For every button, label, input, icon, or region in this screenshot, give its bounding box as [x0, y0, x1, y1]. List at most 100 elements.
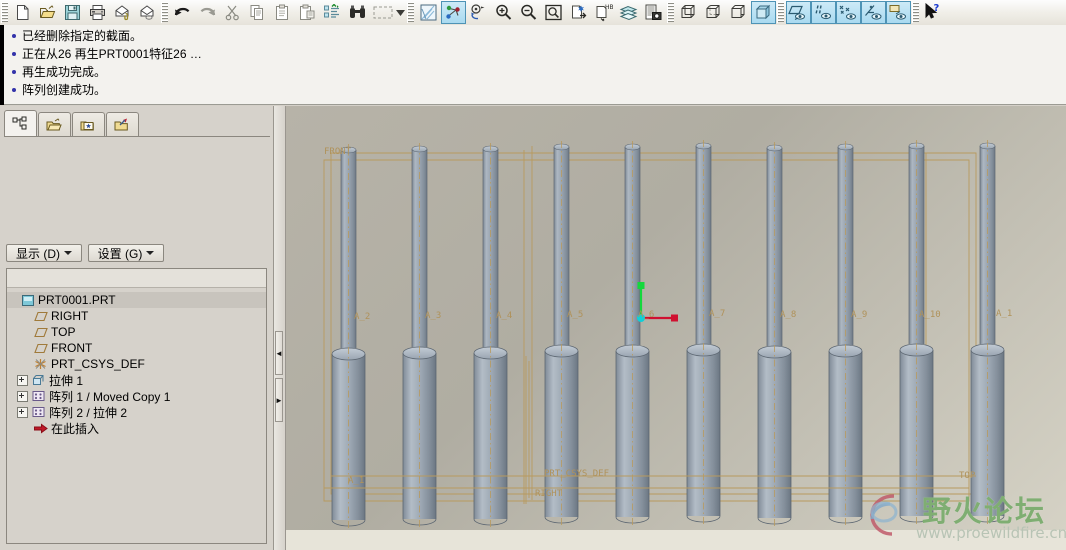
tree-expander-plus-icon[interactable] — [17, 390, 28, 402]
message-list: 已经删除指定的截面。 正在从26 再生PRT0001特征26 … 再生成功完成。… — [6, 27, 1066, 99]
new-file-button[interactable] — [10, 1, 35, 24]
reorient-button[interactable] — [466, 1, 491, 24]
open-folder-button[interactable] — [35, 1, 60, 24]
wireframe-button[interactable] — [676, 1, 701, 24]
model-tree-container[interactable]: PRT0001.PRT RIGHT TOP FRONT PRT_CSYS_DEF… — [6, 268, 267, 544]
tree-node-extrude-1[interactable]: 拉伸 1 — [7, 372, 266, 388]
datum-plane-icon — [33, 342, 48, 355]
show-menu-button[interactable]: 显示 (D) — [6, 244, 82, 262]
tree-node-label: 在此插入 — [51, 421, 100, 436]
message-text: 阵列创建成功。 — [22, 83, 107, 97]
message-bullet-icon — [12, 88, 16, 92]
tree-node-csys[interactable]: PRT_CSYS_DEF — [7, 356, 266, 372]
axis-label: A_8 — [780, 310, 796, 320]
cut-scissors-button[interactable] — [220, 1, 245, 24]
message-row: 阵列创建成功。 — [6, 81, 1066, 99]
shaded-button[interactable] — [751, 1, 776, 24]
axis-label: A_5 — [567, 310, 583, 320]
chevron-down-icon — [146, 251, 155, 255]
tree-node-pattern-1[interactable]: 阵列 1 / Moved Copy 1 — [7, 388, 266, 404]
nohidden-button[interactable] — [726, 1, 751, 24]
datum-axis-display-button[interactable] — [811, 1, 836, 24]
mail-link-button[interactable] — [135, 1, 160, 24]
tab-favorites[interactable] — [72, 112, 105, 137]
layers-button[interactable] — [616, 1, 641, 24]
datum-curve-display-button[interactable] — [886, 1, 911, 24]
message-text: 已经删除指定的截面。 — [22, 29, 143, 43]
graphics-viewport[interactable]: FRONT TOP RIGHT PRT_CSYS_DEF A_2 A_3 A_4… — [286, 106, 1066, 550]
print-button[interactable] — [85, 1, 110, 24]
tree-node-top[interactable]: TOP — [7, 324, 266, 340]
toolbar-grip-2[interactable] — [161, 2, 168, 23]
repaint-button[interactable] — [416, 1, 441, 24]
datum-point-display-button[interactable] — [836, 1, 861, 24]
splitter-collapse-left-button[interactable]: ◄ — [275, 331, 283, 375]
hidden-line-hb-button[interactable]: HB — [591, 1, 616, 24]
tree-expander-plus-icon[interactable] — [17, 374, 28, 386]
find-binoculars-button[interactable] — [345, 1, 370, 24]
pro-engineer-window: HB ? 已经删除指定的截面。 正在从26 再生PRT0001特征26 … 再生… — [0, 0, 1066, 550]
svg-text:?: ? — [934, 3, 940, 14]
select-dropdown-arrow[interactable] — [395, 1, 406, 24]
paste-special-button[interactable] — [295, 1, 320, 24]
message-area: 已经删除指定的截面。 正在从26 再生PRT0001特征26 … 再生成功完成。… — [0, 25, 1066, 105]
toolbar-grip-5[interactable] — [777, 2, 784, 23]
show-menu-label: 显示 (D) — [16, 246, 60, 261]
select-rectangle-button[interactable] — [370, 1, 395, 24]
settings-menu-label: 设置 (G) — [97, 246, 143, 261]
pin-array — [331, 139, 1005, 529]
tab-folder-browser[interactable] — [38, 112, 71, 137]
settings-menu-button[interactable]: 设置 (G) — [88, 244, 164, 262]
axis-label: A_1 — [996, 309, 1012, 319]
toolbar-grip-6[interactable] — [912, 2, 919, 23]
datum-csys-display-button[interactable] — [861, 1, 886, 24]
splitter-collapse-right-button[interactable]: ► — [275, 378, 283, 422]
paste-button[interactable] — [270, 1, 295, 24]
regenerate-button[interactable] — [320, 1, 345, 24]
tree-node-label: TOP — [51, 325, 76, 339]
refit-button[interactable] — [541, 1, 566, 24]
navigator-tabs-underline — [4, 136, 270, 137]
view-manager-button[interactable] — [641, 1, 666, 24]
mail-attach-button[interactable] — [110, 1, 135, 24]
message-area-left-rule — [0, 25, 4, 105]
pattern-icon — [31, 390, 46, 403]
axis-label: A_1 — [348, 476, 364, 486]
undo-button[interactable] — [170, 1, 195, 24]
zoom-in-button[interactable] — [491, 1, 516, 24]
insert-here-arrow-icon — [33, 422, 48, 435]
panel-splitter[interactable]: ◄ ► — [274, 106, 286, 550]
saved-views-button[interactable] — [566, 1, 591, 24]
tree-node-pattern-2[interactable]: 阵列 2 / 拉伸 2 — [7, 404, 266, 420]
hiddenline-button[interactable] — [701, 1, 726, 24]
datum-label: PRT_CSYS_DEF — [544, 469, 609, 479]
context-help-button[interactable]: ? — [921, 1, 946, 24]
datum-plane-display-button[interactable] — [786, 1, 811, 24]
spin-center-button[interactable] — [441, 1, 466, 24]
message-row: 再生成功完成。 — [6, 63, 1066, 81]
model-tree-header — [7, 269, 266, 288]
tab-connections[interactable] — [106, 112, 139, 137]
tree-node-right[interactable]: RIGHT — [7, 308, 266, 324]
datum-label: TOP — [959, 471, 976, 481]
toolbar-grip-4[interactable] — [667, 2, 674, 23]
copy-button[interactable] — [245, 1, 270, 24]
message-bullet-icon — [12, 52, 16, 56]
tree-node-front[interactable]: FRONT — [7, 340, 266, 356]
toolbar-grip-3[interactable] — [407, 2, 414, 23]
tree-node-part[interactable]: PRT0001.PRT — [7, 292, 266, 308]
tree-node-label: 阵列 1 / Moved Copy 1 — [49, 389, 171, 404]
tab-model-tree[interactable] — [4, 110, 37, 137]
navigator-panel: 显示 (D) 设置 (G) PRT0001.PRT RIGHT TOP FRON… — [0, 106, 274, 550]
redo-button[interactable] — [195, 1, 220, 24]
chevron-down-icon — [64, 251, 72, 255]
save-disk-button[interactable] — [60, 1, 85, 24]
tree-node-label: RIGHT — [51, 309, 89, 323]
tree-toolbar: 显示 (D) 设置 (G) — [6, 244, 170, 262]
message-text: 再生成功完成。 — [22, 65, 107, 79]
toolbar-grip[interactable] — [1, 2, 8, 23]
zoom-out-button[interactable] — [516, 1, 541, 24]
tree-node-insert-here[interactable]: 在此插入 — [7, 420, 266, 436]
message-bullet-icon — [12, 34, 16, 38]
tree-expander-plus-icon[interactable] — [17, 406, 28, 418]
